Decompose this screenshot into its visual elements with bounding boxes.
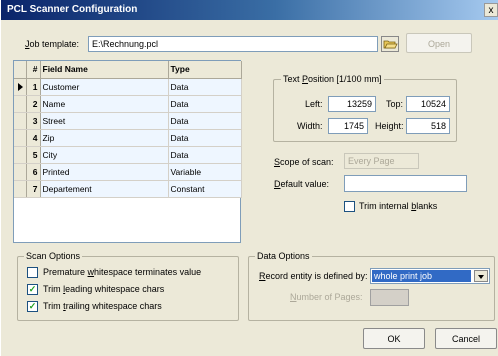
top-label: Top: bbox=[386, 99, 404, 109]
height-label: Height: bbox=[375, 121, 404, 131]
scope-label: Scope of scan: bbox=[274, 157, 334, 167]
field-type-cell[interactable]: Variable bbox=[168, 163, 242, 181]
left-input[interactable]: 13259 bbox=[328, 96, 376, 112]
row-number: 3 bbox=[26, 112, 41, 130]
table-row[interactable]: 3 Street Data bbox=[14, 112, 242, 130]
table-row[interactable]: 6 Printed Variable bbox=[14, 163, 242, 181]
row-number: 5 bbox=[26, 146, 41, 164]
field-type-cell[interactable]: Data bbox=[168, 146, 242, 164]
row-selector[interactable] bbox=[14, 129, 27, 147]
field-name-cell[interactable]: City bbox=[40, 146, 169, 164]
table-row[interactable]: 5 City Data bbox=[14, 146, 242, 164]
row-selector[interactable] bbox=[14, 95, 27, 113]
field-name-cell[interactable]: Zip bbox=[40, 129, 169, 147]
table-row[interactable]: 7 Departement Constant bbox=[14, 180, 242, 198]
row-number: 1 bbox=[26, 78, 41, 96]
trim-leading-checkbox[interactable]: ✓ bbox=[27, 284, 38, 295]
trim-trailing-label: Trim trailing whitespace chars bbox=[43, 301, 162, 311]
scope-of-scan-field[interactable]: Every Page bbox=[344, 153, 419, 169]
current-row-arrow-icon bbox=[18, 83, 23, 92]
row-number: 6 bbox=[26, 163, 41, 181]
field-name-cell[interactable]: Street bbox=[40, 112, 169, 130]
height-input[interactable]: 518 bbox=[406, 118, 450, 134]
field-type-cell[interactable]: Data bbox=[168, 129, 242, 147]
left-label: Left: bbox=[305, 99, 323, 109]
grid-header-type[interactable]: Type bbox=[168, 61, 242, 79]
field-name-cell[interactable]: Departement bbox=[40, 180, 169, 198]
field-name-cell[interactable]: Name bbox=[40, 95, 169, 113]
text-position-title: Text Position [1/100 mm] bbox=[281, 73, 384, 85]
record-entity-value: whole print job bbox=[372, 270, 471, 282]
table-row[interactable]: 4 Zip Data bbox=[14, 129, 242, 147]
title-bar: PCL Scanner Configuration bbox=[1, 0, 498, 20]
width-input[interactable]: 1745 bbox=[328, 118, 368, 134]
job-template-input[interactable]: E:\Rechnung.pcl bbox=[88, 36, 378, 52]
close-icon[interactable]: x bbox=[484, 3, 498, 17]
default-value-input[interactable] bbox=[344, 175, 467, 192]
scan-options-title: Scan Options bbox=[24, 250, 83, 262]
row-selector[interactable] bbox=[14, 78, 27, 96]
field-type-cell[interactable]: Data bbox=[168, 112, 242, 130]
number-of-pages-label: Number of Pages: bbox=[290, 292, 363, 302]
grid-header-selector bbox=[14, 61, 27, 79]
field-type-cell[interactable]: Data bbox=[168, 95, 242, 113]
data-options-title: Data Options bbox=[255, 250, 312, 262]
job-template-label: Job template: bbox=[25, 39, 80, 49]
cancel-button[interactable]: Cancel bbox=[435, 328, 497, 349]
open-button[interactable]: Open bbox=[406, 33, 472, 53]
table-row[interactable]: 2 Name Data bbox=[14, 95, 242, 113]
row-selector[interactable] bbox=[14, 180, 27, 198]
chevron-down-icon[interactable] bbox=[474, 270, 488, 282]
record-entity-select[interactable]: whole print job bbox=[370, 268, 490, 284]
record-entity-label: Record entity is defined by: bbox=[259, 271, 368, 281]
field-name-cell[interactable]: Customer bbox=[40, 78, 169, 96]
dialog-window: PCL Scanner Configuration x Job template… bbox=[0, 0, 498, 356]
row-number: 2 bbox=[26, 95, 41, 113]
folder-icon[interactable] bbox=[381, 36, 399, 52]
row-number: 7 bbox=[26, 180, 41, 198]
width-label: Width: bbox=[297, 121, 323, 131]
premature-whitespace-checkbox[interactable] bbox=[27, 267, 38, 278]
field-type-cell[interactable]: Constant bbox=[168, 180, 242, 198]
field-type-cell[interactable]: Data bbox=[168, 78, 242, 96]
grid-header-num: # bbox=[26, 61, 41, 79]
window-title: PCL Scanner Configuration bbox=[7, 4, 138, 15]
trim-internal-blanks-checkbox[interactable] bbox=[344, 201, 355, 212]
grid-header-row: # Field Name Type bbox=[14, 61, 242, 79]
row-selector[interactable] bbox=[14, 163, 27, 181]
grid-header-field-name[interactable]: Field Name bbox=[40, 61, 169, 79]
row-selector[interactable] bbox=[14, 112, 27, 130]
top-input[interactable]: 10524 bbox=[406, 96, 450, 112]
field-name-cell[interactable]: Printed bbox=[40, 163, 169, 181]
row-selector[interactable] bbox=[14, 146, 27, 164]
trim-leading-label: Trim leading whitespace chars bbox=[43, 284, 165, 294]
table-row[interactable]: 1 Customer Data bbox=[14, 78, 242, 96]
fields-grid[interactable]: # Field Name Type 1 Customer Data 2 Name… bbox=[13, 60, 242, 243]
default-value-label: Default value: bbox=[274, 179, 330, 189]
ok-button[interactable]: OK bbox=[363, 328, 425, 349]
number-of-pages-input[interactable] bbox=[370, 289, 409, 306]
row-number: 4 bbox=[26, 129, 41, 147]
premature-whitespace-label: Premature whitespace terminates value bbox=[43, 267, 202, 277]
trim-trailing-checkbox[interactable]: ✓ bbox=[27, 301, 38, 312]
trim-internal-blanks-label: Trim internal blanks bbox=[359, 201, 438, 211]
